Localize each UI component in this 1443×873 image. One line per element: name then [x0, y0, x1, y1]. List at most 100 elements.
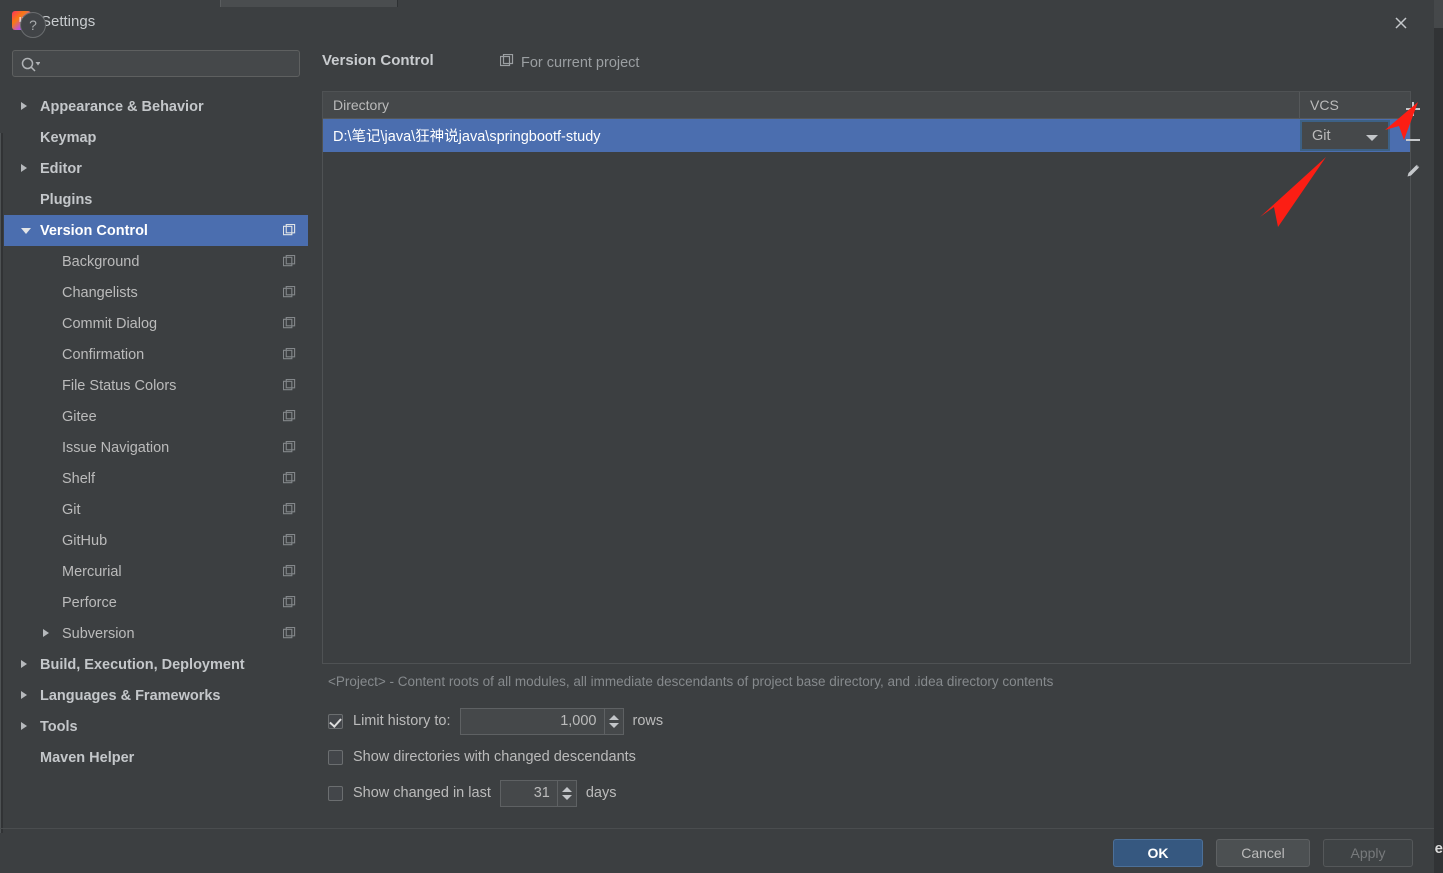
edit-button[interactable]	[1391, 155, 1435, 186]
search-box[interactable]	[12, 50, 300, 77]
sidebar-item-label: Commit Dialog	[62, 315, 158, 332]
sidebar-item-label: Languages & Frameworks	[40, 687, 221, 704]
option-limit-history: Limit history to: rows	[328, 703, 1328, 739]
apply-button: Apply	[1323, 839, 1413, 867]
project-scope-icon	[282, 409, 296, 426]
background-right-edge	[1434, 0, 1443, 873]
sidebar-item-mercurial[interactable]: Mercurial	[4, 556, 308, 587]
project-scope-icon	[282, 440, 296, 457]
settings-dialog: e IJ Settings Appearance & Behavior Keyma…	[0, 0, 1443, 873]
show-changed-input[interactable]	[500, 780, 557, 806]
chevron-right-icon[interactable]	[43, 629, 49, 637]
sidebar-item-label: Confirmation	[62, 346, 145, 363]
project-scope-icon	[282, 378, 296, 395]
search-icon	[20, 56, 41, 76]
add-button[interactable]	[1391, 93, 1435, 124]
sidebar-item-maven-helper[interactable]: Maven Helper	[4, 742, 308, 773]
close-icon[interactable]	[1388, 10, 1414, 36]
sidebar-item-commit-dialog[interactable]: Commit Dialog	[4, 308, 308, 339]
sidebar-item-changelists[interactable]: Changelists	[4, 277, 308, 308]
project-scope-icon	[282, 347, 296, 364]
help-button[interactable]: ?	[20, 12, 46, 38]
cell-directory: D:\笔记\java\狂神说java\springbootf-study	[333, 129, 601, 145]
show-directories-label: Show directories with changed descendant…	[353, 749, 636, 765]
project-scope-icon	[282, 533, 296, 550]
chevron-up-icon	[608, 714, 619, 720]
project-scope-icon	[282, 564, 296, 581]
sidebar-item-label: Tools	[40, 718, 78, 735]
sidebar-item-shelf[interactable]: Shelf	[4, 463, 308, 494]
sidebar-item-label: Perforce	[62, 594, 117, 611]
chevron-down-icon[interactable]	[21, 228, 31, 234]
show-directories-checkbox[interactable]	[328, 749, 343, 765]
project-scope-icon	[499, 53, 514, 72]
sidebar-item-editor[interactable]: Editor	[4, 153, 308, 184]
show-changed-checkbox[interactable]	[328, 785, 343, 801]
project-scope-icon	[282, 595, 296, 612]
sidebar-item-file-status-colors[interactable]: File Status Colors	[4, 370, 308, 401]
ok-button[interactable]: OK	[1113, 839, 1203, 867]
title-bar: IJ Settings	[0, 0, 1434, 38]
sidebar-item-confirmation[interactable]: Confirmation	[4, 339, 308, 370]
scope-note-label: For current project	[521, 55, 640, 71]
option-show-directories: Show directories with changed descendant…	[328, 739, 1328, 775]
sidebar-item-subversion[interactable]: Subversion	[4, 618, 308, 649]
chevron-right-icon[interactable]	[21, 691, 27, 699]
project-scope-icon	[282, 502, 296, 519]
settings-tree: Appearance & Behavior Keymap Editor Plugins…	[4, 91, 308, 773]
cancel-button[interactable]: Cancel	[1216, 839, 1310, 867]
sidebar-item-languages-frameworks[interactable]: Languages & Frameworks	[4, 680, 308, 711]
limit-history-checkbox[interactable]	[328, 713, 343, 729]
page-title: Version Control	[322, 52, 434, 69]
sidebar-item-tools[interactable]: Tools	[4, 711, 308, 742]
table-toolbar	[1391, 93, 1435, 186]
scope-description: <Project> - Content roots of all modules…	[328, 674, 1054, 689]
project-scope-icon	[282, 626, 296, 643]
vcs-select-value: Git	[1312, 127, 1331, 144]
sidebar-item-label: Plugins	[40, 191, 93, 208]
chevron-right-icon[interactable]	[21, 102, 27, 110]
sidebar-item-perforce[interactable]: Perforce	[4, 587, 308, 618]
chevron-down-icon	[608, 722, 619, 728]
sidebar-item-git[interactable]: Git	[4, 494, 308, 525]
sidebar-item-version-control[interactable]: Version Control	[4, 215, 308, 246]
vcs-select[interactable]: Git	[1300, 120, 1390, 151]
project-scope-icon	[282, 223, 296, 240]
sidebar-item-plugins[interactable]: Plugins	[4, 184, 308, 215]
search-input[interactable]	[45, 51, 295, 76]
sidebar-item-appearance-behavior[interactable]: Appearance & Behavior	[4, 91, 308, 122]
background-text-fragment: e	[1434, 840, 1443, 857]
sidebar-item-build-execution-deployment[interactable]: Build, Execution, Deployment	[4, 649, 308, 680]
scope-note: For current project	[499, 53, 640, 72]
project-scope-icon	[282, 316, 296, 333]
show-changed-stepper[interactable]	[499, 779, 577, 807]
limit-history-spin-arrows[interactable]	[603, 708, 623, 734]
sidebar-item-label: Mercurial	[62, 563, 122, 580]
sidebar-item-label: File Status Colors	[62, 377, 177, 394]
chevron-right-icon[interactable]	[21, 164, 27, 172]
options-panel: Limit history to: rows Show directories …	[328, 703, 1328, 811]
sidebar-item-gitee[interactable]: Gitee	[4, 401, 308, 432]
column-header-directory[interactable]: Directory	[323, 92, 1300, 118]
settings-sidebar: Appearance & Behavior Keymap Editor Plugins…	[4, 38, 308, 828]
sidebar-item-label: Shelf	[62, 470, 96, 487]
limit-history-input[interactable]	[460, 708, 604, 734]
sidebar-item-background[interactable]: Background	[4, 246, 308, 277]
background-right-top	[1434, 0, 1443, 28]
chevron-right-icon[interactable]	[21, 660, 27, 668]
limit-history-stepper[interactable]	[459, 707, 624, 735]
show-changed-spin-arrows[interactable]	[556, 780, 576, 806]
chevron-right-icon[interactable]	[21, 722, 27, 730]
remove-button[interactable]	[1391, 124, 1435, 155]
sidebar-item-label: Editor	[40, 160, 82, 177]
sidebar-item-label: Gitee	[62, 408, 97, 425]
project-scope-icon	[282, 471, 296, 488]
sidebar-item-issue-navigation[interactable]: Issue Navigation	[4, 432, 308, 463]
background-left-edge-highlight	[0, 133, 1, 833]
sidebar-item-github[interactable]: GitHub	[4, 525, 308, 556]
table-row[interactable]: D:\笔记\java\狂神说java\springbootf-study Git	[323, 119, 1410, 152]
sidebar-item-keymap[interactable]: Keymap	[4, 122, 308, 153]
chevron-up-icon	[561, 786, 572, 792]
sidebar-item-label: Build, Execution, Deployment	[40, 656, 245, 673]
project-scope-icon	[282, 254, 296, 271]
